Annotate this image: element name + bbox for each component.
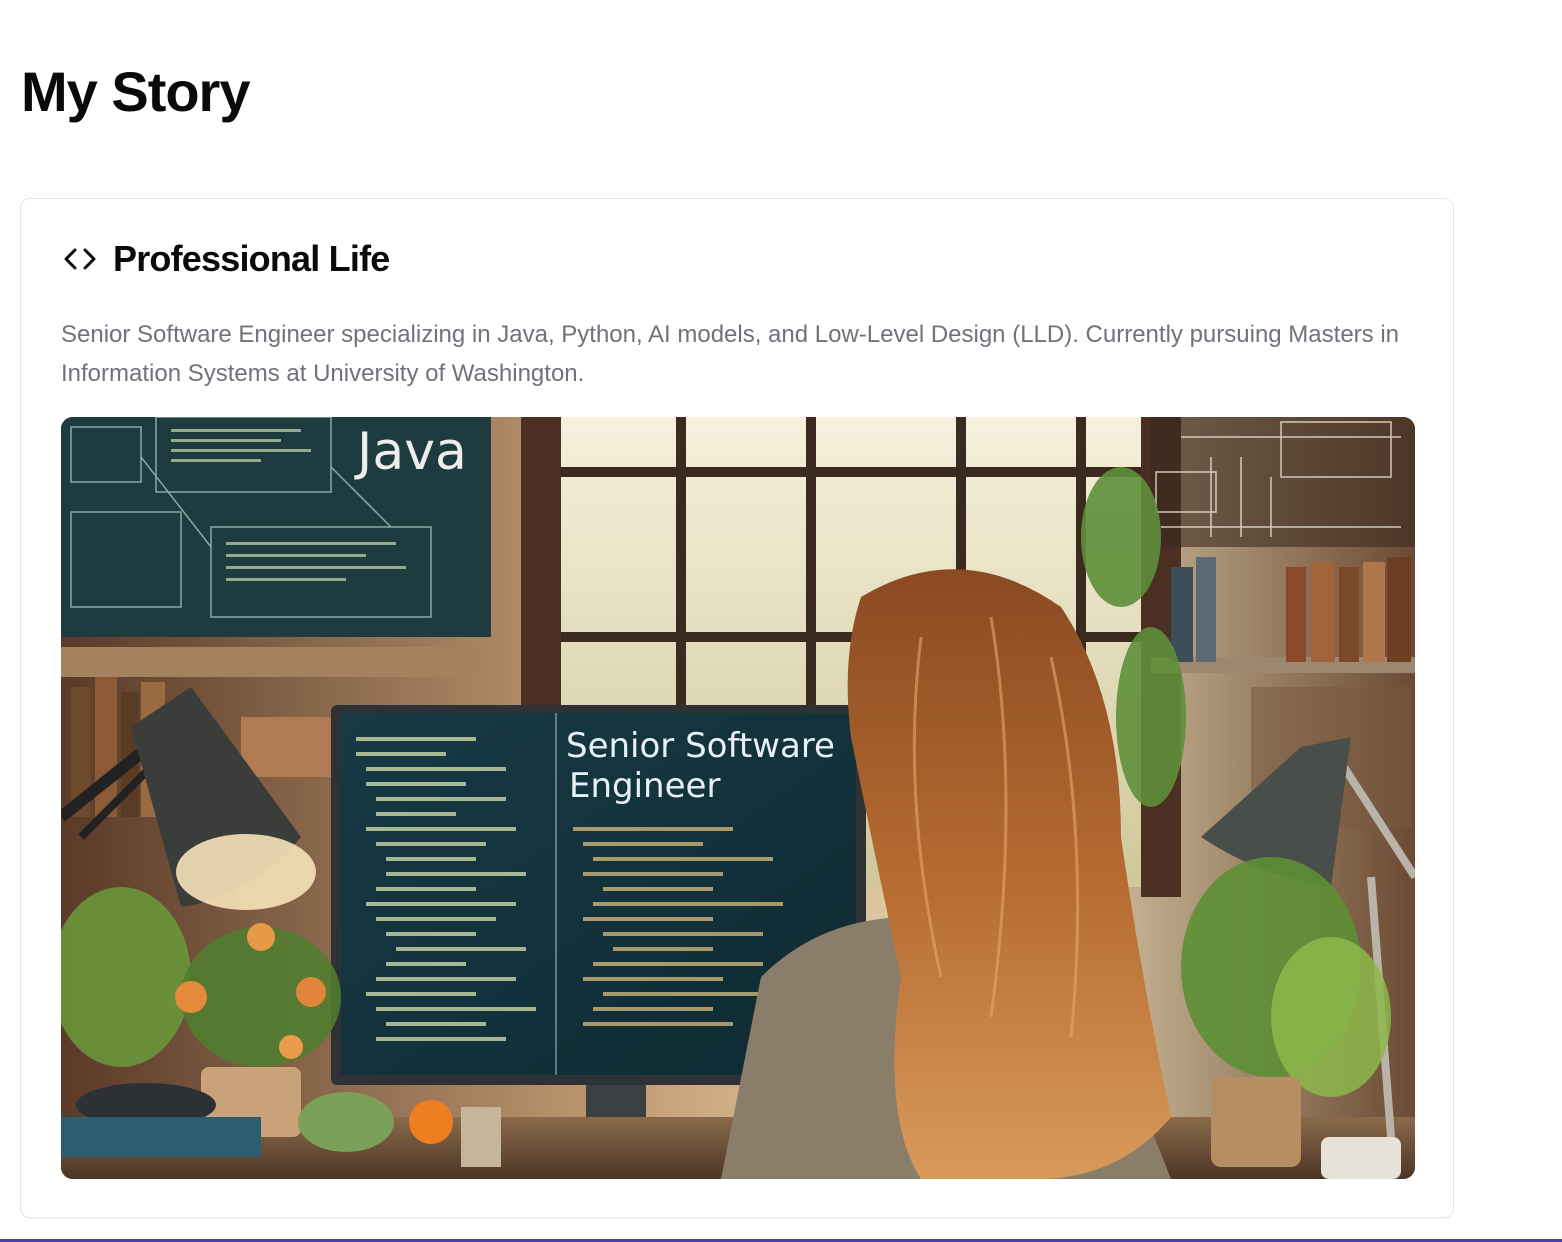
screen-title-line1: Senior Software	[566, 726, 835, 766]
hero-image: Java Senior Software Engineer	[61, 417, 1415, 1179]
code-icon	[61, 240, 99, 278]
page: My Story Professional Life Senior Softwa…	[0, 0, 1562, 1242]
card-title: Professional Life	[113, 238, 390, 279]
wall-java-text: Java	[354, 422, 467, 482]
card-header: Professional Life	[61, 237, 390, 281]
professional-life-card: Professional Life Senior Software Engine…	[20, 198, 1454, 1218]
woman-at-computer-illustration: Java Senior Software Engineer	[61, 417, 1415, 1179]
page-title: My Story	[21, 60, 250, 123]
screen-title-line2: Engineer	[569, 766, 720, 806]
card-description: Senior Software Engineer specializing in…	[61, 321, 1399, 387]
